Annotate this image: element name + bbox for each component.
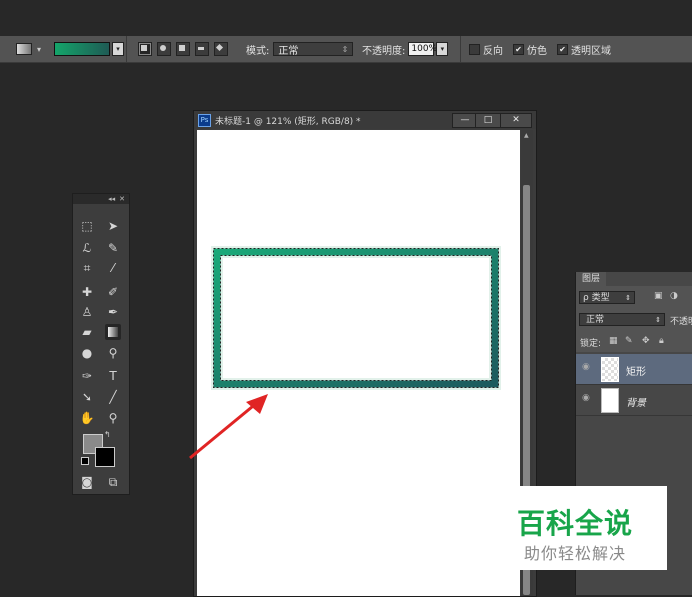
layer-name: 背景 — [626, 398, 646, 409]
ps-doc-icon: Ps — [198, 113, 211, 127]
quick-mask-icon[interactable]: ◙ — [79, 474, 95, 490]
blend-mode-select[interactable]: 正常 ⇕ — [579, 313, 665, 326]
layer-filter-value: ρ 类型 — [583, 293, 610, 303]
marquee-tool-icon[interactable]: ⬚ — [79, 218, 95, 234]
clone-stamp-tool-icon[interactable]: ♙ — [79, 304, 95, 320]
lasso-tool-icon[interactable]: ℒ — [79, 240, 95, 256]
red-arrow-annotation — [189, 394, 268, 460]
gradient-swatch[interactable] — [54, 42, 110, 56]
mode-label: 模式: — [246, 45, 270, 57]
linear-gradient-button[interactable] — [138, 42, 152, 56]
tool-preset-icon — [16, 43, 32, 55]
collapse-icon[interactable]: ◂◂ — [108, 195, 115, 203]
gradient-tool-icon[interactable] — [105, 324, 121, 340]
blend-mode-value: 正常 — [586, 315, 605, 325]
lock-position-icon[interactable]: ✥ — [642, 336, 650, 346]
quick-select-tool-icon[interactable]: ✎ — [105, 240, 121, 256]
history-brush-tool-icon[interactable]: ✒ — [105, 304, 121, 320]
reflected-gradient-button[interactable] — [195, 42, 209, 56]
mode-value: 正常 — [278, 45, 299, 57]
watermark-subtitle: 助你轻松解决 — [524, 544, 627, 563]
crop-tool-icon[interactable]: ⌗ — [79, 260, 95, 276]
lock-transparency-icon[interactable]: ▦ — [609, 336, 618, 346]
reverse-checkbox[interactable] — [469, 43, 480, 55]
divider — [460, 36, 461, 62]
watermark-title: 百科全说 — [517, 507, 634, 540]
lock-pixels-icon[interactable]: ✎ — [625, 336, 633, 346]
close-button[interactable]: ✕ — [500, 113, 532, 128]
hand-tool-icon[interactable]: ✋ — [79, 410, 95, 426]
type-tool-icon[interactable]: T — [105, 368, 121, 384]
reverse-label: 反向 — [483, 45, 503, 57]
photoshop-workspace: { "options_bar": { "mode_label": "模式:", … — [0, 0, 692, 597]
layer-row-rectangle[interactable]: ◉ 矩形 — [576, 354, 692, 385]
swap-colors-icon[interactable]: ↰ — [104, 430, 111, 439]
default-colors-icon[interactable] — [81, 457, 89, 465]
gradient-dropdown-button[interactable]: ▾ — [112, 42, 124, 56]
eyedropper-tool-icon[interactable]: ⁄ — [105, 260, 121, 276]
background-color-swatch[interactable] — [95, 447, 115, 467]
maximize-button[interactable]: □ — [475, 113, 501, 128]
select-arrows-icon: ⇕ — [341, 44, 349, 54]
divider — [126, 36, 127, 62]
document-window: Ps 未标题-1 @ 121% (矩形, RGB/8) * — □ ✕ ▲ — [193, 110, 537, 597]
transparency-label: 透明区域 — [571, 45, 611, 57]
opacity-input[interactable]: 100% — [408, 42, 437, 56]
canvas-drawing — [211, 246, 501, 390]
layer-filter-select[interactable]: ρ 类型 ⇕ — [579, 291, 635, 304]
diamond-gradient-button[interactable] — [214, 42, 228, 56]
layer-thumbnail — [601, 388, 619, 413]
reverse-option[interactable]: 反向 — [469, 36, 503, 62]
tools-panel-header[interactable]: ◂◂ ✕ — [73, 194, 129, 204]
move-tool-icon[interactable]: ➤ — [105, 218, 121, 234]
dither-label: 仿色 — [527, 45, 547, 57]
layers-tab[interactable]: 图层 — [576, 272, 606, 286]
layer-name: 矩形 — [626, 367, 646, 378]
zoom-tool-icon[interactable]: ⚲ — [105, 410, 121, 426]
line-tool-icon[interactable]: ╱ — [105, 389, 121, 405]
opacity-dropdown-button[interactable]: ▾ — [436, 42, 449, 56]
visibility-eye-icon[interactable]: ◉ — [582, 362, 594, 372]
document-titlebar[interactable]: Ps 未标题-1 @ 121% (矩形, RGB/8) * — □ ✕ — [194, 111, 536, 129]
transparency-checkbox[interactable]: ✔ — [557, 43, 568, 55]
dither-checkbox[interactable]: ✔ — [513, 43, 524, 55]
path-select-tool-icon[interactable]: ➘ — [79, 389, 95, 405]
angle-gradient-button[interactable] — [176, 42, 190, 56]
gradient-picker[interactable]: ▾ — [54, 36, 124, 62]
dodge-tool-icon[interactable]: ⚲ — [105, 345, 121, 361]
layer-row-background[interactable]: ◉ 背景 — [576, 385, 692, 416]
filter-image-icon[interactable]: ▣ — [654, 291, 663, 301]
gradient-type-group — [138, 36, 228, 62]
close-icon[interactable]: ✕ — [119, 195, 125, 203]
chevron-down-icon: ▾ — [37, 44, 42, 54]
healing-brush-tool-icon[interactable]: ✚ — [79, 284, 95, 300]
watermark-logo: 百科全说 助你轻松解决 — [505, 486, 667, 570]
screen-mode-icon[interactable]: ⧉ — [105, 474, 121, 490]
tools-panel: ◂◂ ✕ ⬚ ➤ ℒ ✎ ⌗ ⁄ ✚ ✐ ♙ ✒ ▰ ● ⚲ ✑ T ➘ ╱ ✋… — [72, 193, 130, 495]
transparency-option[interactable]: ✔ 透明区域 — [557, 36, 611, 62]
brush-tool-icon[interactable]: ✐ — [105, 284, 121, 300]
document-canvas[interactable] — [197, 130, 520, 596]
visibility-eye-icon[interactable]: ◉ — [582, 393, 594, 403]
mode-select[interactable]: 正常 ⇕ — [273, 42, 354, 57]
lock-label: 锁定: — [580, 339, 602, 349]
tool-preset-picker[interactable]: ▾ — [16, 36, 41, 62]
options-bar: ▾ ▾ 模式: 正常 ⇕ 不透明度: 100% ▾ 反向 ✔ 仿色 ✔ 透明区域 — [0, 36, 692, 63]
dither-option[interactable]: ✔ 仿色 — [513, 36, 547, 62]
document-title: 未标题-1 @ 121% (矩形, RGB/8) * — [215, 116, 361, 127]
scroll-up-icon[interactable]: ▲ — [524, 132, 529, 139]
layer-opacity-label: 不透明 — [670, 317, 692, 327]
filter-adjustment-icon[interactable]: ◑ — [670, 291, 678, 301]
lock-all-icon[interactable]: 🔒︎ — [659, 336, 664, 346]
pen-tool-icon[interactable]: ✑ — [79, 368, 95, 384]
eraser-tool-icon[interactable]: ▰ — [79, 324, 95, 340]
layer-thumbnail — [601, 357, 619, 382]
opacity-label: 不透明度: — [362, 45, 406, 57]
radial-gradient-button[interactable] — [157, 42, 171, 56]
blur-tool-icon[interactable]: ● — [79, 345, 95, 361]
